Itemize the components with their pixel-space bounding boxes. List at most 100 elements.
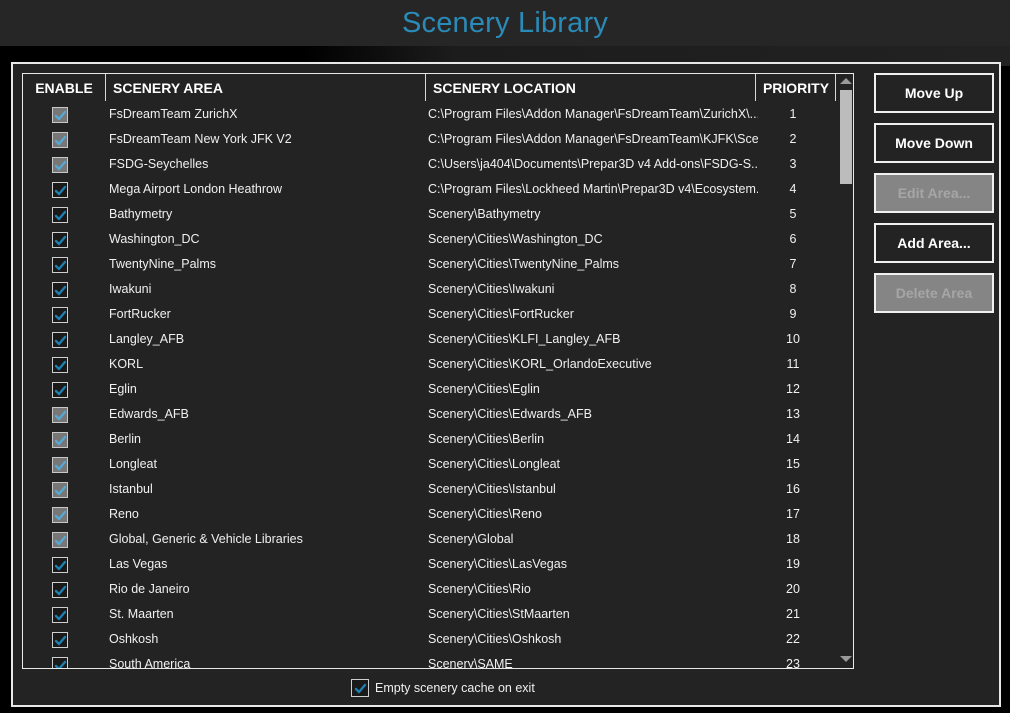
table-row[interactable]: Las Vegas Scenery\Cities\LasVegas 19 <box>23 552 838 577</box>
enable-checkbox[interactable] <box>52 432 68 448</box>
scenery-area-cell: FsDreamTeam ZurichX <box>109 107 238 121</box>
scenery-area-cell: Istanbul <box>109 482 153 496</box>
scroll-up-arrow-icon[interactable] <box>840 78 852 84</box>
table-row[interactable]: KORL Scenery\Cities\KORL_OrlandoExecutive… <box>23 352 838 377</box>
table-row[interactable]: Eglin Scenery\Cities\Eglin 12 <box>23 377 838 402</box>
enable-checkbox[interactable] <box>52 382 68 398</box>
scenery-location-cell: Scenery\Cities\Rio <box>428 582 531 596</box>
enable-checkbox[interactable] <box>52 282 68 298</box>
table-row[interactable]: Longleat Scenery\Cities\Longleat 15 <box>23 452 838 477</box>
checkmark-icon <box>54 235 67 246</box>
scenery-area-cell: Las Vegas <box>109 557 168 571</box>
priority-cell: 10 <box>786 332 800 346</box>
column-divider <box>835 74 836 101</box>
table-row[interactable]: FSDG-Seychelles C:\Users\ja404\Documents\… <box>23 152 838 177</box>
scenery-area-cell: FortRucker <box>109 307 171 321</box>
table-row[interactable]: Iwakuni Scenery\Cities\Iwakuni 8 <box>23 277 838 302</box>
scenery-area-cell: KORL <box>109 357 144 371</box>
enable-checkbox[interactable] <box>52 557 68 573</box>
scroll-down-arrow-icon[interactable] <box>840 656 852 662</box>
enable-checkbox[interactable] <box>52 507 68 523</box>
enable-checkbox[interactable] <box>52 332 68 348</box>
priority-cell: 8 <box>789 282 797 296</box>
table-row[interactable]: Berlin Scenery\Cities\Berlin 14 <box>23 427 838 452</box>
enable-checkbox[interactable] <box>52 207 68 223</box>
scenery-location-cell: Scenery\Cities\StMaarten <box>428 607 570 621</box>
list-header: ENABLE SCENERY AREA SCENERY LOCATION PRI… <box>23 74 838 102</box>
move-up-button[interactable]: Move Up <box>874 73 994 113</box>
enable-checkbox[interactable] <box>52 657 68 668</box>
table-row[interactable]: Washington_DC Scenery\Cities\Washington_D… <box>23 227 838 252</box>
table-row[interactable]: Oshkosh Scenery\Cities\Oshkosh 22 <box>23 627 838 652</box>
enable-checkbox[interactable] <box>52 157 68 173</box>
checkmark-icon <box>54 435 67 446</box>
scenery-location-cell: Scenery\Cities\FortRucker <box>428 307 574 321</box>
priority-cell: 2 <box>789 132 797 146</box>
scenery-area-cell: South America <box>109 657 191 669</box>
table-row[interactable]: Edwards_AFB Scenery\Cities\Edwards_AFB 13 <box>23 402 838 427</box>
add-area-button[interactable]: Add Area... <box>874 223 994 263</box>
table-row[interactable]: Bathymetry Scenery\Bathymetry 5 <box>23 202 838 227</box>
enable-checkbox[interactable] <box>52 307 68 323</box>
enable-checkbox[interactable] <box>52 532 68 548</box>
enable-checkbox[interactable] <box>52 407 68 423</box>
table-row[interactable]: Istanbul Scenery\Cities\Istanbul 16 <box>23 477 838 502</box>
scenery-area-cell: Bathymetry <box>109 207 173 221</box>
table-row[interactable]: TwentyNine_Palms Scenery\Cities\TwentyNin… <box>23 252 838 277</box>
scenery-area-cell: Iwakuni <box>109 282 152 296</box>
priority-cell: 12 <box>786 382 800 396</box>
scenery-location-cell: Scenery\Cities\Edwards_AFB <box>428 407 592 421</box>
enable-checkbox[interactable] <box>52 107 68 123</box>
column-header-priority[interactable]: PRIORITY <box>756 74 836 102</box>
checkmark-icon <box>54 335 67 346</box>
table-row[interactable]: Global, Generic & Vehicle Libraries Scene… <box>23 527 838 552</box>
move-down-button[interactable]: Move Down <box>874 123 994 163</box>
table-row[interactable]: FsDreamTeam New York JFK V2 C:\Program Fi… <box>23 127 838 152</box>
checkmark-icon <box>54 485 67 496</box>
scenery-location-cell: Scenery\Cities\Reno <box>428 507 542 521</box>
enable-checkbox[interactable] <box>52 182 68 198</box>
enable-checkbox[interactable] <box>52 582 68 598</box>
enable-checkbox[interactable] <box>52 132 68 148</box>
scenery-area-cell: Eglin <box>109 382 137 396</box>
checkmark-icon <box>54 110 67 121</box>
table-row[interactable]: Reno Scenery\Cities\Reno 17 <box>23 502 838 527</box>
column-divider[interactable] <box>425 74 426 101</box>
priority-cell: 20 <box>786 582 800 596</box>
priority-cell: 9 <box>789 307 797 321</box>
empty-cache-checkbox[interactable] <box>351 679 369 697</box>
enable-checkbox[interactable] <box>52 607 68 623</box>
enable-checkbox[interactable] <box>52 357 68 373</box>
scenery-area-cell: Berlin <box>109 432 141 446</box>
column-header-enable[interactable]: ENABLE <box>23 74 105 102</box>
column-header-location[interactable]: SCENERY LOCATION <box>433 74 753 102</box>
table-row[interactable]: FortRucker Scenery\Cities\FortRucker 9 <box>23 302 838 327</box>
column-divider[interactable] <box>105 74 106 101</box>
scenery-area-cell: Global, Generic & Vehicle Libraries <box>109 532 303 546</box>
table-row[interactable]: Rio de Janeiro Scenery\Cities\Rio 20 <box>23 577 838 602</box>
scenery-list[interactable]: ENABLE SCENERY AREA SCENERY LOCATION PRI… <box>22 73 854 669</box>
vertical-scrollbar[interactable] <box>838 74 853 668</box>
table-row[interactable]: FsDreamTeam ZurichX C:\Program Files\Addo… <box>23 102 838 127</box>
enable-checkbox[interactable] <box>52 257 68 273</box>
scenery-location-cell: Scenery\Cities\Iwakuni <box>428 282 555 296</box>
scenery-location-cell: Scenery\Global <box>428 532 514 546</box>
scroll-thumb[interactable] <box>840 90 852 184</box>
scenery-location-cell: C:\Program Files\Addon Manager\FsDreamTe… <box>428 107 758 121</box>
enable-checkbox[interactable] <box>52 482 68 498</box>
table-row[interactable]: St. Maarten Scenery\Cities\StMaarten 21 <box>23 602 838 627</box>
table-row[interactable]: Mega Airport London Heathrow C:\Program F… <box>23 177 838 202</box>
enable-checkbox[interactable] <box>52 632 68 648</box>
title-bar: Scenery Library <box>0 0 1010 46</box>
priority-cell: 16 <box>786 482 800 496</box>
enable-checkbox[interactable] <box>52 457 68 473</box>
enable-checkbox[interactable] <box>52 232 68 248</box>
edit-area-button[interactable]: Edit Area... <box>874 173 994 213</box>
column-header-area[interactable]: SCENERY AREA <box>113 74 423 102</box>
table-row[interactable]: South America Scenery\SAME 23 <box>23 652 838 669</box>
scenery-area-cell: Reno <box>109 507 139 521</box>
scenery-area-cell: Rio de Janeiro <box>109 582 190 596</box>
scenery-location-cell: Scenery\Cities\Istanbul <box>428 482 556 496</box>
table-row[interactable]: Langley_AFB Scenery\Cities\KLFI_Langley_A… <box>23 327 838 352</box>
delete-area-button[interactable]: Delete Area <box>874 273 994 313</box>
